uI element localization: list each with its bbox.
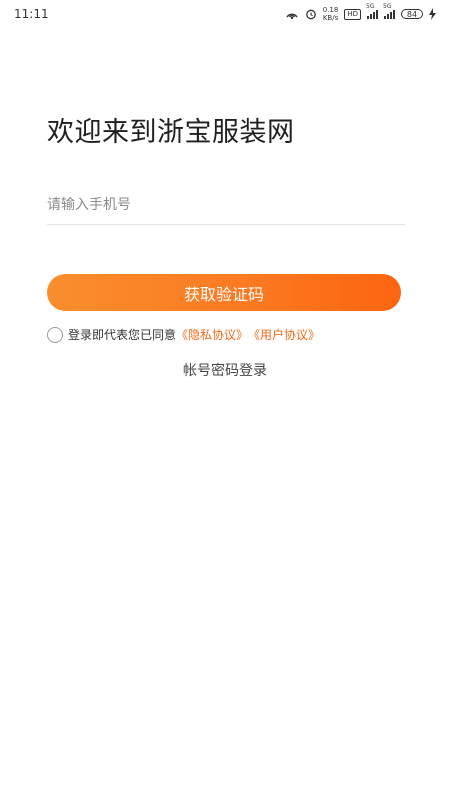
agreement-text: 登录即代表您已同意: [68, 328, 177, 342]
phone-input[interactable]: [47, 185, 405, 225]
status-bar: 11:11 0.18 KB/s HD 5G 5G 84: [0, 0, 450, 28]
signal-2-label: 5G: [383, 2, 392, 10]
status-icons: 0.18 KB/s HD 5G 5G 84: [285, 3, 436, 22]
agree-checkbox[interactable]: [47, 326, 63, 343]
charging-icon: [429, 8, 436, 20]
alarm-icon: [305, 8, 317, 20]
network-speed-value: 0.18: [322, 6, 339, 14]
password-login-link[interactable]: 帐号密码登录: [0, 360, 450, 380]
network-speed: 0.18 KB/s: [323, 6, 339, 22]
hotspot-icon: [285, 8, 299, 20]
status-time: 11:11: [14, 7, 49, 21]
page-title: 欢迎来到浙宝服装网: [47, 117, 295, 148]
user-agreement-link[interactable]: 《用户协议》: [248, 326, 320, 343]
network-speed-unit: KB/s: [322, 14, 339, 22]
signal-1-label: 5G: [366, 2, 375, 10]
battery-level: 84: [406, 9, 418, 19]
hd-badge: HD: [344, 8, 361, 20]
get-code-button[interactable]: 获取验证码: [47, 274, 401, 311]
battery-icon: 84: [401, 9, 423, 19]
agreement-row: 登录即代表您已同意 《隐私协议》 《用户协议》: [47, 326, 320, 343]
signal-icon-1: 5G: [366, 3, 378, 19]
signal-icon-2: 5G: [383, 3, 395, 19]
privacy-link[interactable]: 《隐私协议》: [176, 326, 248, 343]
